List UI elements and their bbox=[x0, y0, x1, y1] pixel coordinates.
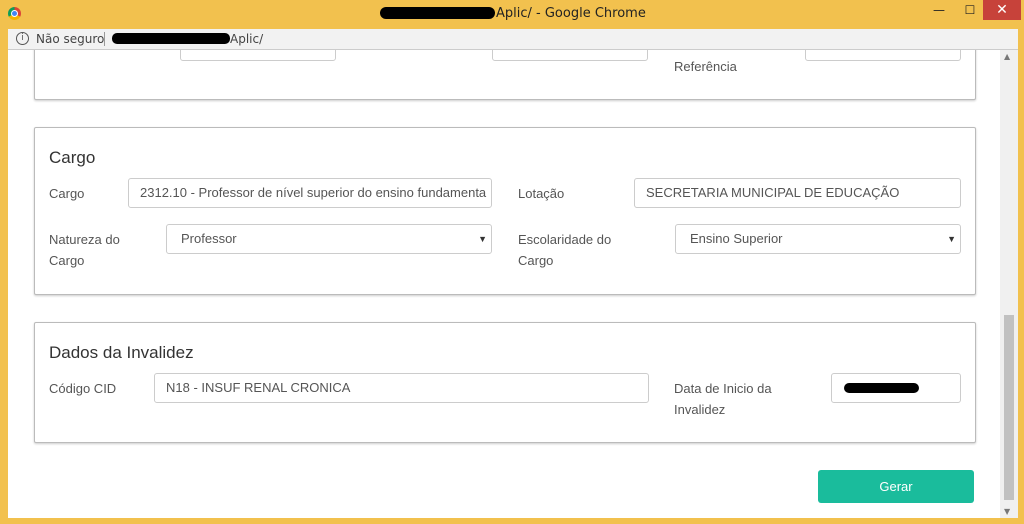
data-inicio-label-line2: Invalidez bbox=[674, 402, 726, 417]
escolaridade-select[interactable]: Ensino Superior ▼ bbox=[675, 224, 961, 254]
vertical-scrollbar[interactable]: ▲ ▼ bbox=[1000, 50, 1018, 518]
chrome-logo-icon bbox=[8, 7, 21, 20]
cargo-panel-title: Cargo bbox=[49, 148, 96, 167]
address-bar[interactable]: i Não seguro Aplic/ bbox=[8, 29, 1018, 50]
window-title: Aplic/ - Google Chrome bbox=[496, 6, 646, 21]
cargo-input[interactable]: 2312.10 - Professor de nível superior do… bbox=[128, 178, 492, 208]
minimize-button[interactable]: — bbox=[922, 0, 956, 20]
escolaridade-label: Escolaridade do Cargo bbox=[518, 229, 611, 271]
escolaridade-label-line1: Escolaridade do bbox=[518, 232, 612, 247]
lotacao-input[interactable]: SECRETARIA MUNICIPAL DE EDUCAÇÃO bbox=[634, 178, 961, 208]
natureza-select-value: Professor bbox=[181, 231, 237, 246]
page-viewport: Referência Cargo Cargo 2312.10 - Profess… bbox=[8, 50, 1000, 518]
maximize-button[interactable]: ☐ bbox=[957, 0, 983, 20]
natureza-label: Natureza do Cargo bbox=[49, 229, 120, 271]
chevron-down-icon: ▼ bbox=[947, 234, 956, 244]
lotacao-label: Lotação bbox=[518, 186, 565, 201]
cid-label: Código CID bbox=[49, 381, 117, 396]
chevron-down-icon: ▼ bbox=[478, 234, 487, 244]
referencia-label: Referência bbox=[674, 59, 737, 74]
url-redaction bbox=[112, 33, 230, 44]
natureza-label-line2: Cargo bbox=[49, 253, 85, 268]
data-inicio-input[interactable] bbox=[831, 373, 961, 403]
top-panel: Referência bbox=[34, 50, 976, 100]
title-bar: Aplic/ - Google Chrome — ☐ ✕ bbox=[0, 0, 1024, 28]
data-inicio-label-line1: Data de Inicio da bbox=[674, 381, 772, 396]
url-text[interactable]: Aplic/ bbox=[230, 32, 263, 46]
escolaridade-select-value: Ensino Superior bbox=[690, 231, 783, 246]
cargo-panel: Cargo Cargo 2312.10 - Professor de nível… bbox=[34, 127, 976, 295]
scroll-thumb[interactable] bbox=[1004, 315, 1014, 500]
top-field-1[interactable] bbox=[180, 50, 336, 61]
cid-input[interactable]: N18 - INSUF RENAL CRONICA bbox=[154, 373, 649, 403]
close-button[interactable]: ✕ bbox=[983, 0, 1021, 20]
info-icon[interactable]: i bbox=[16, 32, 29, 45]
top-field-2[interactable] bbox=[492, 50, 648, 61]
natureza-select[interactable]: Professor ▼ bbox=[166, 224, 492, 254]
natureza-label-line1: Natureza do bbox=[49, 232, 120, 247]
address-separator bbox=[104, 32, 105, 46]
date-redaction bbox=[844, 383, 919, 393]
browser-window: Aplic/ - Google Chrome — ☐ ✕ i Não segur… bbox=[0, 0, 1024, 524]
top-field-3[interactable] bbox=[805, 50, 961, 61]
security-status[interactable]: Não seguro bbox=[36, 32, 104, 46]
invalidez-panel-title: Dados da Invalidez bbox=[49, 343, 194, 362]
gerar-button[interactable]: Gerar bbox=[818, 470, 974, 503]
scroll-up-icon[interactable]: ▲ bbox=[1004, 52, 1010, 61]
title-redaction bbox=[380, 7, 495, 19]
scroll-down-icon[interactable]: ▼ bbox=[1004, 507, 1010, 516]
escolaridade-label-line2: Cargo bbox=[518, 253, 554, 268]
data-inicio-label: Data de Inicio da Invalidez bbox=[674, 378, 772, 420]
cargo-label: Cargo bbox=[49, 186, 85, 201]
invalidez-panel: Dados da Invalidez Código CID N18 - INSU… bbox=[34, 322, 976, 443]
